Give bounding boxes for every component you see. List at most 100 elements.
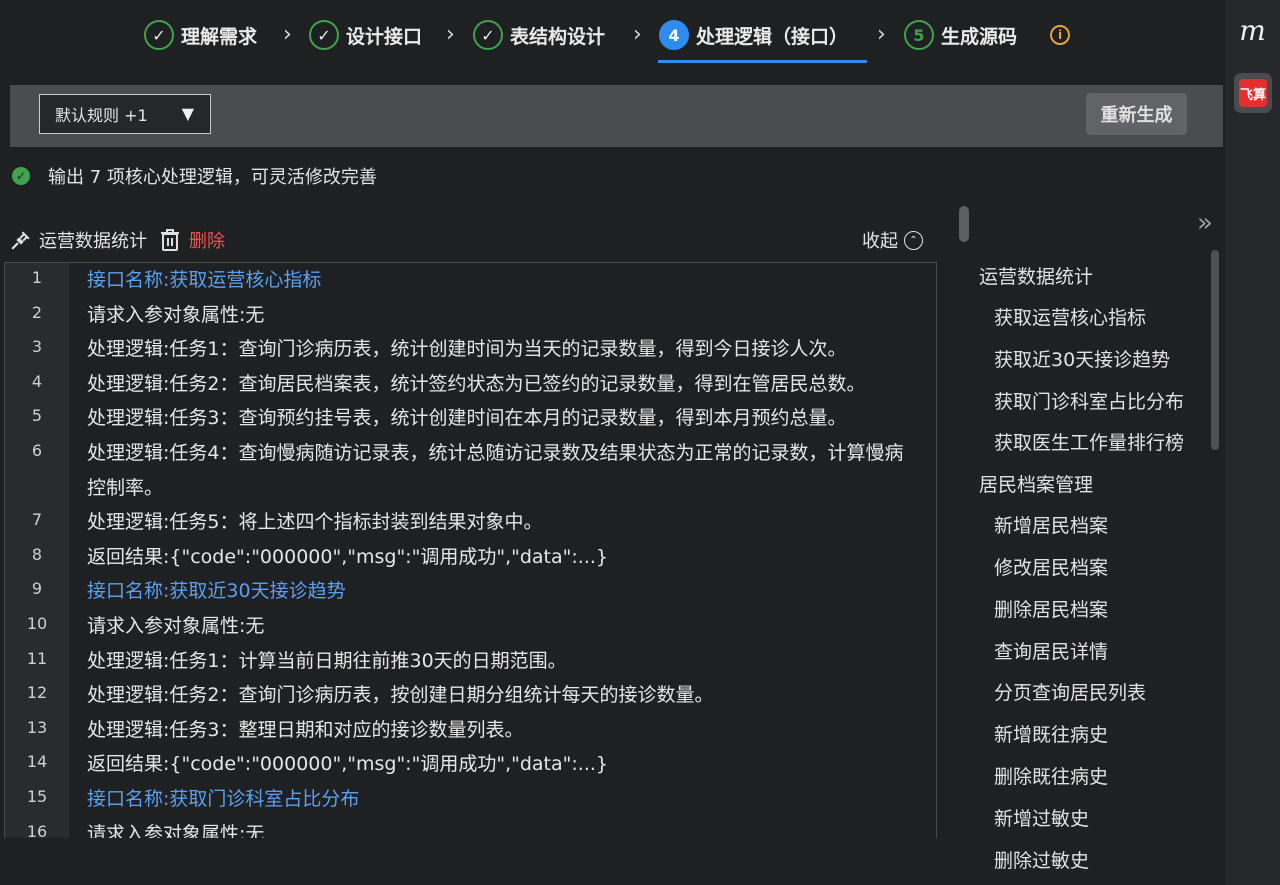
code-text: 处理逻辑:任务3：整理日期和对应的接诊数量列表。 xyxy=(87,718,524,741)
step-label: 理解需求 xyxy=(181,25,258,48)
collapse-toggle[interactable]: 收起 ⌃ xyxy=(862,226,923,254)
code-line[interactable]: 12 处理逻辑:任务2：查询门诊病历表，按创建日期分组统计每天的接诊数量。 xyxy=(5,678,936,713)
toc-scrollbar[interactable] xyxy=(1211,250,1219,450)
code-line[interactable]: 14 返回结果:{"code":"000000","msg":"调用成功","da… xyxy=(5,747,936,782)
toc-item[interactable]: 分页查询居民列表 xyxy=(979,676,1209,718)
toc-group[interactable]: 运营数据统计 xyxy=(979,260,1209,301)
logic-code-editor[interactable]: 1 接口名称:获取运营核心指标 2 请求入参对象属性:无 3 处理逻辑:任务1：查询门诊病… xyxy=(4,262,937,838)
success-check-icon: ✓ xyxy=(12,167,30,185)
section-name: 运营数据统计 xyxy=(39,231,147,252)
interface-name-line: 接口名称:获取近30天接诊趋势 xyxy=(87,580,346,603)
caret-down-icon: ▼ xyxy=(181,104,194,123)
line-number: 8 xyxy=(31,544,43,564)
code-text: 返回结果:{"code":"000000","msg":"调用成功","data… xyxy=(87,753,608,776)
line-number: 15 xyxy=(26,786,48,806)
interface-outline: 运营数据统计 获取运营核心指标 获取近30天接诊趋势 获取门诊科室占比分布 获取医生工作… xyxy=(979,260,1209,885)
toc-item[interactable]: 获取运营核心指标 xyxy=(979,301,1209,343)
step-table-design[interactable]: ✓ 表结构设计 xyxy=(473,15,605,55)
chevron-right-icon: › xyxy=(877,22,886,47)
toc-item[interactable]: 删除居民档案 xyxy=(979,593,1209,635)
step-understand-requirements[interactable]: ✓ 理解需求 xyxy=(144,15,257,55)
code-line[interactable]: 11 处理逻辑:任务1：计算当前日期往前推30天的日期范围。 xyxy=(5,644,936,679)
chevron-right-icon: › xyxy=(446,22,455,47)
line-number: 16 xyxy=(26,821,48,839)
toc-item[interactable]: 修改居民档案 xyxy=(979,551,1209,593)
active-step-underline xyxy=(658,60,867,63)
panel-drag-handle[interactable] xyxy=(959,206,969,242)
toc-item[interactable]: 删除既往病史 xyxy=(979,760,1209,802)
step-number-badge: 5 xyxy=(904,20,934,50)
code-line[interactable]: 5 处理逻辑:任务3：查询预约挂号表，统计创建时间在本月的记录数量，得到本月预约总… xyxy=(5,401,936,436)
toc-item[interactable]: 获取门诊科室占比分布 xyxy=(979,385,1209,427)
interface-name-line: 接口名称:获取门诊科室占比分布 xyxy=(87,787,360,810)
code-line[interactable]: 13 处理逻辑:任务3：整理日期和对应的接诊数量列表。 xyxy=(5,713,936,748)
check-icon: ✓ xyxy=(144,20,174,50)
step-label: 处理逻辑（接口） xyxy=(696,25,849,48)
code-line[interactable]: 16 请求入参对象属性:无 xyxy=(5,817,936,839)
code-line[interactable]: 15 接口名称:获取门诊科室占比分布 xyxy=(5,782,936,817)
toc-group[interactable]: 居民档案管理 xyxy=(979,468,1209,509)
line-number: 3 xyxy=(31,337,43,357)
code-line[interactable]: 9 接口名称:获取近30天接诊趋势 xyxy=(5,574,936,609)
step-number-badge: 4 xyxy=(659,20,689,50)
code-text: 处理逻辑:任务4：查询慢病随访记录表，统计总随访记录数及结果状态为正常的记录数，… xyxy=(87,441,904,499)
trash-icon[interactable] xyxy=(159,228,181,252)
feisuan-logo-icon: 飞算 xyxy=(1239,79,1267,107)
code-text: 处理逻辑:任务5：将上述四个指标封装到结果对象中。 xyxy=(87,511,543,534)
info-icon[interactable]: i xyxy=(1050,25,1070,45)
line-number: 5 xyxy=(31,406,43,426)
chevron-right-icon: › xyxy=(633,22,642,47)
rule-select-value: 默认规则 +1 xyxy=(55,106,148,125)
line-number: 12 xyxy=(26,683,48,703)
step-generate-source[interactable]: 5 生成源码 xyxy=(904,15,1017,55)
code-text: 处理逻辑:任务2：查询门诊病历表，按创建日期分组统计每天的接诊数量。 xyxy=(87,684,714,707)
line-number: 14 xyxy=(26,752,48,772)
toc-item[interactable]: 新增居民档案 xyxy=(979,509,1209,551)
line-number: 4 xyxy=(31,371,43,391)
m-logo-icon[interactable]: m xyxy=(1225,14,1280,47)
rules-toolbar: 默认规则 +1 ▼ 重新生成 xyxy=(10,85,1223,147)
code-line[interactable]: 6 处理逻辑:任务4：查询慢病随访记录表，统计总随访记录数及结果状态为正常的记录数… xyxy=(5,436,936,505)
step-processing-logic[interactable]: 4 处理逻辑（接口） xyxy=(659,15,848,55)
collapse-label: 收起 xyxy=(862,231,898,252)
toc-item[interactable]: 删除过敏史 xyxy=(979,844,1209,885)
toc-item[interactable]: 新增过敏史 xyxy=(979,802,1209,844)
status-line: ✓ 输出 7 项核心处理逻辑，可灵活修改完善 xyxy=(12,163,377,189)
line-number: 2 xyxy=(31,302,43,322)
right-sidebar: m 飞算 xyxy=(1225,0,1280,885)
code-text: 处理逻辑:任务1：计算当前日期往前推30天的日期范围。 xyxy=(87,649,567,672)
code-text: 请求入参对象属性:无 xyxy=(87,614,265,637)
line-number: 10 xyxy=(26,613,48,633)
code-text: 请求入参对象属性:无 xyxy=(87,303,265,326)
status-message: 输出 7 项核心处理逻辑，可灵活修改完善 xyxy=(48,167,377,188)
main-area: ✓ 理解需求 › ✓ 设计接口 › ✓ 表结构设计 › 4 处理逻辑（接口） ›… xyxy=(0,0,1225,885)
code-line[interactable]: 1 接口名称:获取运营核心指标 xyxy=(5,263,936,298)
step-design-interface[interactable]: ✓ 设计接口 xyxy=(309,15,422,55)
code-text: 处理逻辑:任务2：查询居民档案表，统计签约状态为已签约的记录数量，得到在管居民总… xyxy=(87,372,866,395)
rule-select-dropdown[interactable]: 默认规则 +1 ▼ xyxy=(39,94,211,134)
section-header: 运营数据统计 删除 xyxy=(10,226,225,254)
code-line[interactable]: 4 处理逻辑:任务2：查询居民档案表，统计签约状态为已签约的记录数量，得到在管居民… xyxy=(5,367,936,402)
code-text: 处理逻辑:任务1：查询门诊病历表，统计创建时间为当天的记录数量，得到今日接诊人次… xyxy=(87,338,847,361)
delete-link[interactable]: 删除 xyxy=(189,227,225,253)
line-number: 1 xyxy=(31,268,43,287)
check-icon: ✓ xyxy=(309,20,339,50)
code-line[interactable]: 7 处理逻辑:任务5：将上述四个指标封装到结果对象中。 xyxy=(5,505,936,540)
code-line[interactable]: 10 请求入参对象属性:无 xyxy=(5,609,936,644)
feisuan-app-button[interactable]: 飞算 xyxy=(1234,73,1272,113)
code-line[interactable]: 2 请求入参对象属性:无 xyxy=(5,298,936,333)
double-chevron-right-icon[interactable]: » xyxy=(1197,208,1213,238)
toc-item[interactable]: 查询居民详情 xyxy=(979,635,1209,677)
regenerate-button[interactable]: 重新生成 xyxy=(1086,93,1187,135)
step-progress-bar: ✓ 理解需求 › ✓ 设计接口 › ✓ 表结构设计 › 4 处理逻辑（接口） ›… xyxy=(0,0,1225,70)
code-lines: 1 接口名称:获取运营核心指标 2 请求入参对象属性:无 3 处理逻辑:任务1：查询门诊病… xyxy=(5,263,936,838)
code-line[interactable]: 8 返回结果:{"code":"000000","msg":"调用成功","dat… xyxy=(5,540,936,575)
check-icon: ✓ xyxy=(473,20,503,50)
toc-item[interactable]: 新增既往病史 xyxy=(979,718,1209,760)
code-line[interactable]: 3 处理逻辑:任务1：查询门诊病历表，统计创建时间为当天的记录数量，得到今日接诊人… xyxy=(5,332,936,367)
toc-item[interactable]: 获取近30天接诊趋势 xyxy=(979,343,1209,385)
line-number: 13 xyxy=(26,717,48,737)
toc-item[interactable]: 获取医生工作量排行榜 xyxy=(979,426,1209,468)
plug-icon xyxy=(11,231,30,250)
line-number: 11 xyxy=(26,648,48,668)
